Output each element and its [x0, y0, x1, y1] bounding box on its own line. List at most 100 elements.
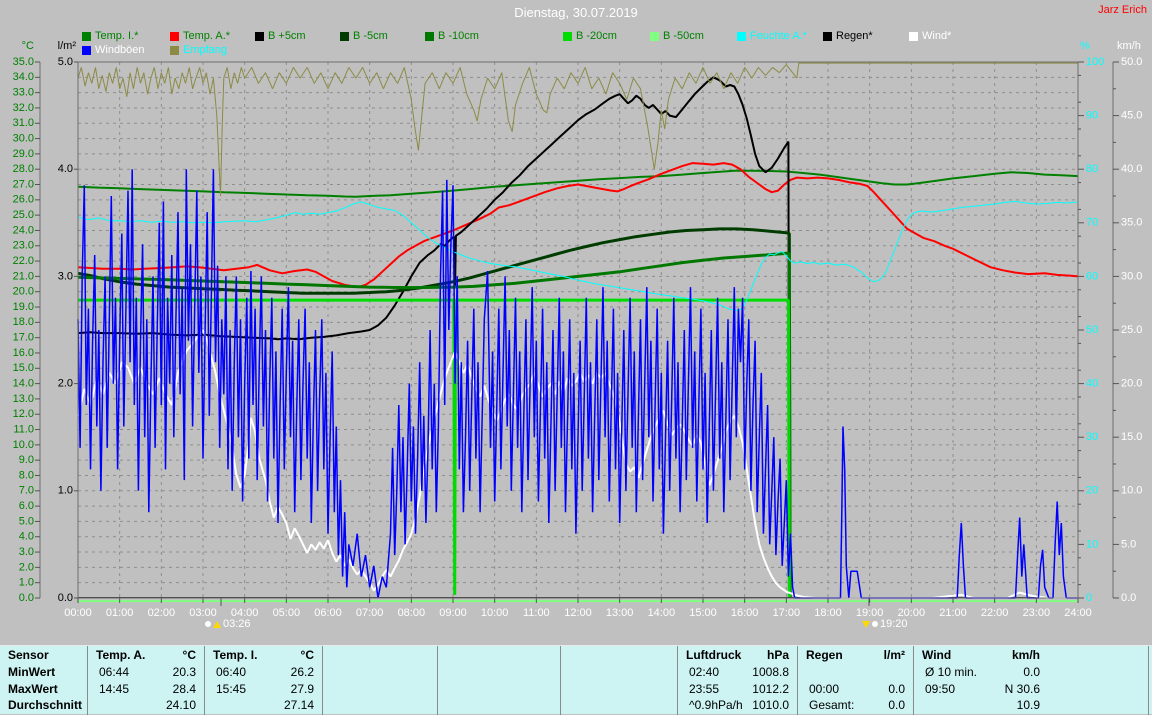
celsius-tick-label: 13.0 — [13, 393, 34, 405]
table-column-separator — [1148, 646, 1149, 715]
humidity-tick-label: 80 — [1086, 163, 1098, 175]
celsius-tick-label: 4.0 — [19, 531, 34, 543]
celsius-tick-label: 30.0 — [13, 132, 34, 144]
wind-tick-label: 45.0 — [1121, 110, 1142, 122]
sunset-arrow-icon — [862, 621, 870, 628]
humidity-tick-label: 10 — [1086, 538, 1098, 550]
wind-tick-label: 50.0 — [1121, 56, 1142, 68]
wind-tick-label: 0.0 — [1121, 592, 1136, 604]
celsius-tick-label: 22.0 — [13, 255, 34, 267]
table-cell-value: 10.9 — [0, 698, 1040, 712]
celsius-tick-label: 25.0 — [13, 209, 34, 221]
sunrise-sun-icon — [205, 621, 211, 627]
humidity-tick-label: 20 — [1086, 485, 1098, 497]
time-tick-label: 15:00 — [689, 607, 717, 619]
time-tick-label: 09:00 — [439, 607, 467, 619]
weather-app-window: { "header": {"title": "Dienstag, 30.07.2… — [0, 0, 1152, 714]
time-tick-label: 01:00 — [106, 607, 134, 619]
time-tick-label: 05:00 — [273, 607, 301, 619]
celsius-tick-label: 14.0 — [13, 378, 34, 390]
summary-table: SensorMinWertMaxWertDurchschnittTemp. A.… — [0, 645, 1152, 714]
humidity-tick-label: 50 — [1086, 324, 1098, 336]
celsius-tick-label: 5.0 — [19, 515, 34, 527]
humidity-tick-label: 40 — [1086, 378, 1098, 390]
celsius-tick-label: 0.0 — [19, 592, 34, 604]
time-tick-label: 00:00 — [64, 607, 92, 619]
weather-chart-area: 35.034.033.032.031.030.029.028.027.026.0… — [0, 0, 1152, 645]
time-tick-label: 10:00 — [481, 607, 509, 619]
celsius-tick-label: 23.0 — [13, 240, 34, 252]
celsius-tick-label: 34.0 — [13, 71, 34, 83]
humidity-tick-label: 100 — [1086, 56, 1104, 68]
celsius-tick-label: 17.0 — [13, 332, 34, 344]
sunset-sun-icon — [872, 621, 878, 627]
celsius-tick-label: 27.0 — [13, 178, 34, 190]
celsius-tick-label: 15.0 — [13, 362, 34, 374]
time-tick-label: 21:00 — [939, 607, 967, 619]
celsius-tick-label: 20.0 — [13, 286, 34, 298]
celsius-tick-label: 19.0 — [13, 301, 34, 313]
humidity-tick-label: 90 — [1086, 110, 1098, 122]
celsius-tick-label: 9.0 — [19, 454, 34, 466]
humidity-tick-label: 70 — [1086, 217, 1098, 229]
celsius-tick-label: 1.0 — [19, 577, 34, 589]
wind-tick-label: 40.0 — [1121, 163, 1142, 175]
celsius-tick-label: 31.0 — [13, 117, 34, 129]
sunrise-arrow-icon — [213, 621, 221, 628]
wind-tick-label: 25.0 — [1121, 324, 1142, 336]
celsius-tick-label: 32.0 — [13, 102, 34, 114]
table-cell-value: N 30.6 — [0, 682, 1040, 696]
time-tick-label: 17:00 — [773, 607, 801, 619]
time-tick-label: 14:00 — [648, 607, 676, 619]
celsius-tick-label: 10.0 — [13, 439, 34, 451]
time-tick-label: 23:00 — [1023, 607, 1051, 619]
time-tick-label: 02:00 — [148, 607, 176, 619]
time-tick-label: 13:00 — [606, 607, 634, 619]
time-tick-label: 16:00 — [731, 607, 759, 619]
wind-tick-label: 5.0 — [1121, 538, 1136, 550]
time-tick-label: 08:00 — [398, 607, 426, 619]
rain-tick-label: 2.0 — [58, 378, 73, 390]
celsius-tick-label: 8.0 — [19, 469, 34, 481]
celsius-tick-label: 26.0 — [13, 194, 34, 206]
table-col-unit: km/h — [0, 648, 1040, 662]
celsius-tick-label: 16.0 — [13, 347, 34, 359]
time-tick-label: 24:00 — [1064, 607, 1092, 619]
time-tick-label: 07:00 — [356, 607, 384, 619]
time-tick-label: 06:00 — [314, 607, 342, 619]
rain-tick-label: 0.0 — [58, 592, 73, 604]
sunrise-marker: 03:26 — [205, 618, 251, 630]
time-tick-label: 12:00 — [564, 607, 592, 619]
wind-tick-label: 20.0 — [1121, 378, 1142, 390]
wind-tick-label: 35.0 — [1121, 217, 1142, 229]
celsius-tick-label: 24.0 — [13, 224, 34, 236]
celsius-tick-label: 6.0 — [19, 500, 34, 512]
rain-tick-label: 4.0 — [58, 163, 73, 175]
time-tick-label: 22:00 — [981, 607, 1009, 619]
celsius-tick-label: 7.0 — [19, 485, 34, 497]
sunrise-time: 03:26 — [223, 618, 251, 630]
sunset-marker: 19:20 — [862, 618, 908, 630]
celsius-tick-label: 12.0 — [13, 408, 34, 420]
rain-tick-label: 3.0 — [58, 270, 73, 282]
rain-tick-label: 5.0 — [58, 56, 73, 68]
wind-tick-label: 30.0 — [1121, 270, 1142, 282]
celsius-tick-label: 18.0 — [13, 316, 34, 328]
celsius-tick-label: 33.0 — [13, 87, 34, 99]
humidity-tick-label: 60 — [1086, 270, 1098, 282]
celsius-tick-label: 35.0 — [13, 56, 34, 68]
time-tick-label: 11:00 — [523, 607, 550, 619]
rain-tick-label: 1.0 — [58, 485, 73, 497]
humidity-tick-label: 30 — [1086, 431, 1098, 443]
time-tick-label: 18:00 — [814, 607, 842, 619]
celsius-tick-label: 3.0 — [19, 546, 34, 558]
celsius-tick-label: 29.0 — [13, 148, 34, 160]
celsius-tick-label: 2.0 — [19, 561, 34, 573]
wind-tick-label: 10.0 — [1121, 485, 1142, 497]
sunset-time: 19:20 — [880, 618, 908, 630]
humidity-tick-label: 0 — [1086, 592, 1092, 604]
wind-tick-label: 15.0 — [1121, 431, 1142, 443]
celsius-tick-label: 11.0 — [13, 423, 34, 435]
table-cell-value: 0.0 — [0, 665, 1040, 679]
celsius-tick-label: 21.0 — [13, 270, 34, 282]
